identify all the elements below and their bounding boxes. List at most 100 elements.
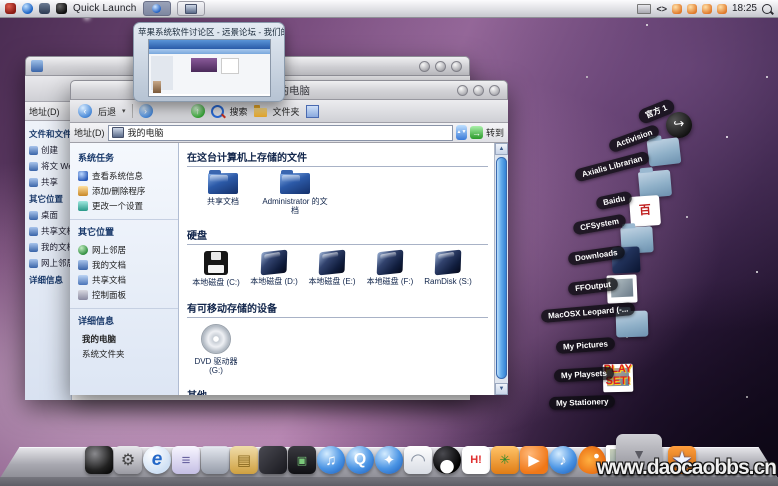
sidebar-item[interactable]: 共享文档 [25, 223, 71, 239]
sidebar-item[interactable]: 将文 Web [25, 158, 71, 174]
media-player-icon[interactable]: ▣ [288, 446, 316, 474]
stack-baidu-icon[interactable]: 百 [629, 195, 661, 227]
maximize-button[interactable] [473, 85, 484, 96]
go-label[interactable]: 转到 [486, 126, 504, 139]
filebox-icon[interactable]: ▤ [230, 446, 258, 474]
wallet-icon[interactable] [259, 446, 287, 474]
search-icon[interactable] [211, 105, 224, 118]
giftbox-icon[interactable]: ✳ [491, 446, 519, 474]
taskbar-button-browser[interactable] [143, 1, 171, 16]
sidebar-item[interactable]: 更改一个设置 [78, 198, 178, 213]
views-icon[interactable] [306, 105, 319, 118]
mail-swoosh-icon[interactable]: ◠ [404, 446, 432, 474]
forward-button[interactable]: › [139, 104, 153, 118]
folders-label[interactable]: 文件夹 [273, 105, 300, 118]
search-label[interactable]: 搜索 [230, 105, 248, 118]
back-button[interactable]: ‹ [78, 104, 92, 118]
back-dropdown-caret[interactable]: ▾ [122, 107, 126, 115]
address-input[interactable]: 我的电脑 [108, 125, 453, 141]
window-button[interactable] [435, 61, 446, 72]
sidebar-item[interactable]: 桌面 [25, 207, 71, 223]
apple-menu-icon[interactable] [5, 3, 16, 14]
go-button[interactable]: → [470, 126, 483, 139]
stack-item-label[interactable]: CFSystem [572, 213, 627, 235]
drive-item[interactable]: 共享文档 [187, 173, 259, 206]
sidebar-item[interactable]: 网上邻居 [78, 242, 178, 257]
qq-avatar-icon[interactable] [687, 4, 697, 14]
sidebar-item[interactable]: 共享 [25, 174, 71, 190]
sidebar-group-title: 详细信息 [78, 314, 178, 327]
system-preferences-icon[interactable]: ⚙ [114, 446, 142, 474]
monitor-icon [185, 4, 197, 14]
music-player-icon[interactable]: ♪ [549, 446, 577, 474]
stack-item-label[interactable]: My Stationery [549, 395, 616, 410]
sidebar-item[interactable]: 查看系统信息 [78, 168, 178, 183]
window-my-computer[interactable]: 我的电脑 ‹ 后退 ▾ › ↑ 搜索 文件夹 地址(D) 我的电 [70, 80, 508, 394]
apple-black-icon[interactable] [56, 3, 67, 14]
input-method-icon[interactable]: <> [656, 4, 667, 14]
browser-quicklaunch-icon[interactable] [22, 3, 33, 14]
drive-item[interactable]: Administrator 的文档 [259, 173, 331, 215]
sidebar-group-title: 文件和文件夹 [25, 125, 71, 142]
qq-avatar-icon[interactable] [717, 4, 727, 14]
minimize-button[interactable] [457, 85, 468, 96]
stack-curl-icon[interactable]: ↪ [664, 110, 693, 139]
section-header: 有可移动存储的设备 [187, 300, 488, 318]
trash-icon[interactable] [201, 446, 229, 474]
qq-icon[interactable] [433, 446, 461, 474]
scroll-up-arrow[interactable]: ▲ [495, 143, 508, 155]
stack-folder-icon[interactable] [638, 170, 672, 199]
sidebar-item[interactable]: 我的文档 [78, 257, 178, 272]
drive-item[interactable]: DVD 驱动器 (G:) [187, 324, 245, 375]
itunes-icon[interactable]: ♫ [317, 446, 345, 474]
scrollbar[interactable]: ▲ ▼ [494, 143, 508, 395]
item-label: 本地磁盘 (D:) [250, 277, 298, 286]
sidebar-item[interactable]: 网上邻居 [25, 255, 71, 271]
qq-avatar-icon[interactable] [702, 4, 712, 14]
pps-player-icon[interactable]: ▶ [520, 446, 548, 474]
drive-item[interactable]: 本地磁盘 (E:) [303, 251, 361, 286]
sidebar-item[interactable]: 控制面板 [78, 287, 178, 302]
window-button[interactable] [419, 61, 430, 72]
item-label: RamDisk (S:) [424, 277, 472, 286]
apple-icon[interactable] [85, 446, 113, 474]
sidebar-item[interactable]: 创建 [25, 142, 71, 158]
drive-item[interactable]: RamDisk (S:) [419, 251, 477, 286]
qq-avatar-icon[interactable] [672, 4, 682, 14]
internet-explorer-icon[interactable]: e [143, 446, 171, 474]
menu-clock[interactable]: 18:25 [732, 3, 757, 14]
info-icon [78, 171, 88, 181]
scrollbar-thumb[interactable] [496, 157, 507, 379]
notes-icon[interactable]: ≡ [172, 446, 200, 474]
taskbar-button-mycomputer[interactable] [177, 1, 205, 16]
scroll-down-arrow[interactable]: ▼ [495, 383, 508, 395]
folders-icon[interactable] [254, 108, 267, 117]
display-quicklaunch-icon[interactable] [39, 3, 50, 14]
docs-icon [78, 260, 88, 270]
stack-folder-icon[interactable] [647, 137, 682, 167]
back-label[interactable]: 后退 [98, 105, 116, 118]
my-computer-icon [112, 127, 124, 138]
quicktime-icon[interactable]: Q [346, 446, 374, 474]
taskbar-preview-popup[interactable]: 苹果系统软件讨论区 - 远景论坛 - 我们的 [133, 22, 285, 102]
preview-thumbnail[interactable] [148, 39, 271, 97]
sidebar-item[interactable]: 系统文件夹 [78, 346, 178, 361]
safari-icon[interactable]: ✦ [375, 446, 403, 474]
printer-icon[interactable] [637, 4, 651, 14]
drive-item[interactable]: 本地磁盘 (D:) [245, 251, 303, 286]
up-button[interactable]: ↑ [191, 104, 205, 118]
stack-item-label[interactable]: Baidu [595, 190, 633, 210]
globe-icon [152, 4, 161, 13]
spotlight-icon[interactable] [762, 4, 772, 14]
drive-item[interactable]: 本地磁盘 (F:) [361, 251, 419, 286]
window-button[interactable] [451, 61, 462, 72]
address-dropdown-stepper[interactable]: ▲▼ [456, 125, 467, 140]
tm-messenger-icon[interactable]: H! [462, 446, 490, 474]
sidebar-item[interactable]: 添加/删除程序 [78, 183, 178, 198]
sidebar-item[interactable]: 共享文档 [78, 272, 178, 287]
drive-item[interactable]: 本地磁盘 (C:) [187, 251, 245, 287]
sidebar-item[interactable]: 我的电脑 [78, 331, 178, 346]
sidebar-item[interactable]: 我的文档 [25, 239, 71, 255]
stack-item-label[interactable]: My Pictures [556, 337, 616, 354]
close-button[interactable] [489, 85, 500, 96]
